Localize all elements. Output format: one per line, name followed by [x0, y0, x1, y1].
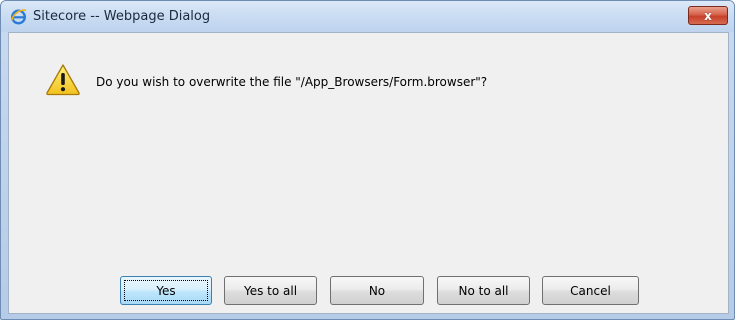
cancel-button-label: Cancel [570, 283, 611, 298]
dialog-body: Do you wish to overwrite the file "/App_… [8, 32, 729, 314]
no-to-all-button[interactable]: No to all [437, 276, 530, 305]
cancel-button[interactable]: Cancel [542, 276, 639, 305]
close-button[interactable]: x [688, 6, 728, 25]
yes-to-all-button-label: Yes to all [243, 283, 298, 298]
no-button[interactable]: No [330, 276, 424, 305]
window-title: Sitecore -- Webpage Dialog [33, 9, 211, 24]
close-icon: x [704, 8, 712, 23]
dialog-message: Do you wish to overwrite the file "/App_… [96, 75, 488, 89]
dialog-window: Sitecore -- Webpage Dialog x Do you wish… [0, 0, 735, 320]
no-to-all-button-label: No to all [458, 283, 509, 298]
yes-button[interactable]: Yes [120, 276, 212, 305]
yes-button-label: Yes [156, 283, 176, 298]
internet-explorer-icon [10, 8, 27, 25]
warning-icon [45, 63, 81, 96]
no-button-label: No [368, 283, 386, 298]
yes-to-all-button[interactable]: Yes to all [224, 276, 317, 305]
title-bar[interactable]: Sitecore -- Webpage Dialog x [1, 1, 734, 32]
